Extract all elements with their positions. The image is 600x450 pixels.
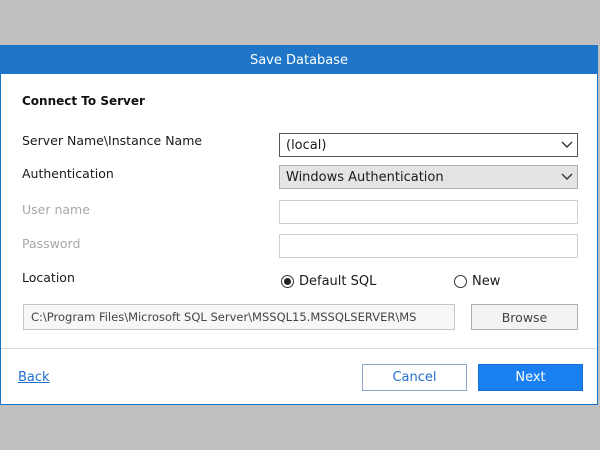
browse-button[interactable]: Browse [471, 304, 578, 330]
username-label: User name [22, 202, 90, 217]
radio-new-label: New [472, 274, 501, 289]
footer-divider [1, 348, 597, 349]
password-input[interactable] [279, 234, 578, 258]
chevron-down-icon[interactable] [557, 134, 577, 156]
radio-unchecked-icon [454, 275, 467, 288]
cancel-button[interactable]: Cancel [362, 364, 467, 391]
dialog-titlebar: Save Database [1, 46, 597, 74]
next-button[interactable]: Next [478, 364, 583, 391]
radio-default-sql-label: Default SQL [299, 274, 377, 289]
server-name-select[interactable]: (local) [279, 133, 578, 157]
location-label: Location [22, 270, 75, 285]
radio-default-sql[interactable]: Default SQL [281, 274, 376, 289]
location-path-field[interactable]: C:\Program Files\Microsoft SQL Server\MS… [23, 304, 455, 330]
authentication-label: Authentication [22, 166, 114, 181]
authentication-value: Windows Authentication [286, 169, 444, 185]
radio-checked-icon [281, 275, 294, 288]
save-database-dialog: Save Database Connect To Server Server N… [0, 45, 598, 405]
server-name-label: Server Name\Instance Name [22, 133, 203, 148]
dialog-title: Save Database [249, 52, 349, 68]
section-title: Connect To Server [22, 94, 145, 108]
authentication-select[interactable]: Windows Authentication [279, 165, 578, 189]
radio-new[interactable]: New [454, 274, 500, 289]
chevron-down-icon[interactable] [557, 166, 577, 188]
username-input[interactable] [279, 200, 578, 224]
server-name-value: (local) [286, 137, 327, 153]
password-label: Password [22, 236, 81, 251]
back-link[interactable]: Back [18, 370, 50, 385]
